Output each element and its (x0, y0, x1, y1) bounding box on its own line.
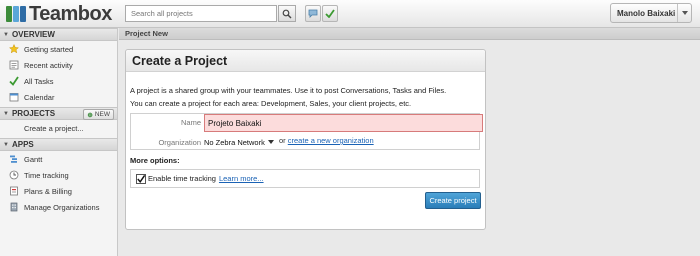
time-tracking-option: Enable time tracking Learn more... (130, 169, 480, 188)
gantt-icon (9, 154, 19, 164)
time-tracking-checkbox[interactable] (136, 173, 146, 184)
organization-label: Organization (158, 138, 201, 147)
checkmark-icon (9, 76, 19, 86)
search-icon (282, 9, 292, 18)
check-icon (137, 174, 145, 183)
intro-text-line-2: You can create a project for each area: … (130, 99, 412, 108)
building-icon (9, 202, 19, 212)
collapse-arrow-icon[interactable]: ▼ (3, 111, 9, 117)
sidebar-item-plans-billing[interactable]: Plans & Billing (0, 183, 117, 199)
intro-text-line-1: A project is a shared group with your te… (130, 86, 447, 95)
activity-icon (9, 60, 19, 70)
speech-bubble-icon (308, 9, 318, 18)
user-name: Manolo Baixaki (617, 8, 676, 18)
sidebar-item-create-project[interactable]: Create a project... (0, 120, 117, 136)
learn-more-link[interactable]: Learn more... (219, 174, 264, 183)
search-input[interactable] (125, 5, 277, 22)
tasks-button[interactable] (322, 5, 338, 22)
checkmark-icon (325, 9, 335, 18)
page-title: Create a Project (126, 50, 485, 72)
top-bar: Teambox Manolo Baixaki (0, 0, 700, 28)
sidebar-section-apps[interactable]: ▼ APPS (0, 138, 117, 151)
conversations-button[interactable] (305, 5, 321, 22)
sidebar-section-projects[interactable]: ▼ PROJECTS ⊕ NEW (0, 107, 117, 120)
collapse-arrow-icon[interactable]: ▼ (3, 142, 9, 148)
billing-icon (9, 186, 19, 196)
star-icon (9, 44, 19, 54)
logo-text: Teambox (29, 2, 112, 25)
user-menu[interactable]: Manolo Baixaki (610, 3, 692, 23)
project-form-fields: Name Organization No Zebra Network or cr… (130, 113, 483, 150)
create-organization-link[interactable]: create a new organization (288, 136, 374, 145)
breadcrumb: Project New (119, 28, 700, 40)
sidebar-section-overview[interactable]: ▼ OVERVIEW (0, 28, 117, 41)
sidebar-item-calendar[interactable]: Calendar (0, 89, 117, 105)
sidebar-item-time-tracking[interactable]: Time tracking (0, 167, 117, 183)
sidebar-item-manage-organizations[interactable]: Manage Organizations (0, 199, 117, 215)
sidebar-item-gantt[interactable]: Gantt (0, 151, 117, 167)
sidebar-item-recent-activity[interactable]: Recent activity (0, 57, 117, 73)
time-tracking-label[interactable]: Enable time tracking (148, 174, 216, 183)
clock-icon (9, 170, 19, 180)
breadcrumb-current: Project New (125, 29, 168, 38)
create-project-button[interactable]: Create project (425, 192, 481, 209)
sidebar-item-all-tasks[interactable]: All Tasks (0, 73, 117, 89)
new-project-button[interactable]: ⊕ NEW (83, 109, 114, 120)
create-project-panel: Create a Project A project is a shared g… (125, 49, 486, 230)
more-options-heading: More options: (130, 156, 180, 165)
calendar-icon (9, 92, 19, 102)
name-label: Name (180, 118, 201, 127)
plus-icon: ⊕ (87, 111, 93, 119)
chevron-down-icon[interactable] (677, 4, 691, 22)
org-or-text: or create a new organization (279, 136, 374, 145)
teambox-logo[interactable]: Teambox (6, 3, 112, 25)
logo-mark-icon (6, 6, 26, 22)
organization-select[interactable]: No Zebra Network (204, 136, 274, 148)
chevron-down-icon (267, 140, 274, 144)
sidebar-item-getting-started[interactable]: Getting started (0, 41, 117, 57)
collapse-arrow-icon[interactable]: ▼ (3, 32, 9, 38)
project-name-field[interactable] (204, 114, 483, 132)
search-button[interactable] (278, 5, 296, 22)
sidebar: ▼ OVERVIEW Getting started Recent activi… (0, 28, 118, 256)
